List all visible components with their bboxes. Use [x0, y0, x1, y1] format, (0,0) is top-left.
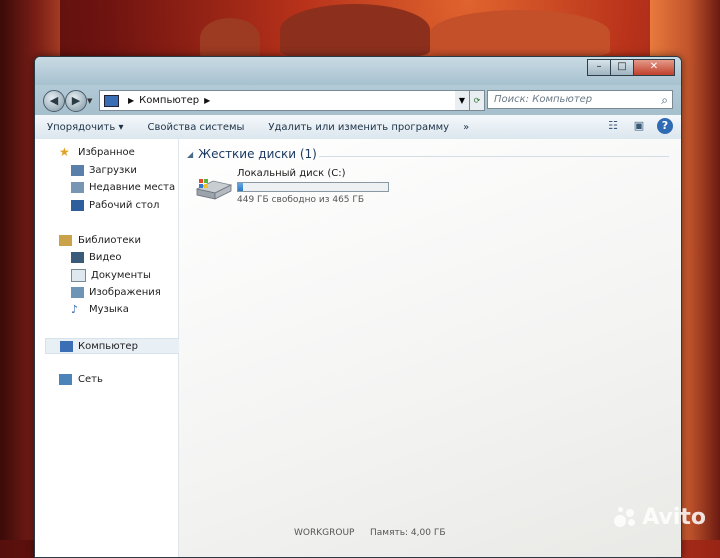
- window-controls: – □ ✕: [587, 59, 675, 76]
- memory-info: Память: 4,00 ГБ: [370, 528, 446, 538]
- nav-favorites[interactable]: ★ Избранное: [59, 145, 135, 159]
- video-icon: [71, 252, 84, 263]
- wallpaper-rock: [280, 4, 430, 56]
- group-title-label: Жесткие диски (1): [198, 147, 317, 161]
- star-icon: ★: [59, 145, 70, 159]
- change-view-icon[interactable]: ☷: [605, 118, 621, 134]
- command-bar: Упорядочить ▾ Свойства системы Удалить и…: [35, 115, 681, 140]
- system-properties-button[interactable]: Свойства системы: [135, 122, 256, 133]
- maximize-button[interactable]: □: [610, 59, 634, 76]
- history-dropdown-icon[interactable]: ▼: [87, 97, 92, 105]
- drive-free-space: 449 ГБ свободно из 465 ГБ: [237, 195, 365, 205]
- nav-desktop-label: Рабочий стол: [89, 200, 160, 211]
- nav-computer[interactable]: Компьютер: [45, 338, 191, 354]
- nav-downloads[interactable]: Загрузки: [71, 165, 137, 176]
- images-icon: [71, 287, 84, 298]
- nav-music[interactable]: ♪ Музыка: [71, 304, 129, 315]
- nav-favorites-label: Избранное: [78, 147, 135, 158]
- wallpaper-rock: [430, 10, 610, 56]
- computer-icon: [60, 340, 73, 352]
- forward-button[interactable]: ▶: [65, 90, 87, 112]
- avito-logo-text: Avito: [642, 505, 706, 530]
- nav-documents[interactable]: Документы: [71, 269, 151, 282]
- computer-icon: [104, 94, 119, 107]
- nav-video-label: Видео: [89, 252, 122, 263]
- nav-recent-label: Недавние места: [89, 182, 176, 193]
- nav-computer-label: Компьютер: [78, 340, 138, 352]
- avito-watermark: Avito: [614, 505, 706, 530]
- nav-downloads-label: Загрузки: [89, 165, 137, 176]
- breadcrumb-arrow-icon[interactable]: ▶: [128, 96, 134, 105]
- nav-libraries[interactable]: Библиотеки: [59, 235, 141, 246]
- close-button[interactable]: ✕: [633, 59, 675, 76]
- address-row: ◀ ▶ ▼ ▶ Компьютер ▶ ▼ ⟳ Поиск: Компьютер…: [35, 85, 681, 115]
- view-controls: ☷ ▣ ?: [605, 118, 673, 134]
- music-icon: ♪: [71, 303, 79, 316]
- drive-name[interactable]: Локальный диск (C:): [237, 168, 346, 179]
- nav-recent-places[interactable]: Недавние места: [71, 182, 175, 193]
- content-pane: ◢ Жесткие диски (1) Локальный диск (C:) …: [179, 139, 681, 557]
- search-placeholder: Поиск: Компьютер: [494, 94, 593, 105]
- workgroup-value: WORKGROUP: [294, 528, 355, 538]
- address-dropdown-icon[interactable]: ▼: [455, 90, 470, 111]
- documents-icon: [71, 269, 86, 282]
- explorer-window: – □ ✕ ◀ ▶ ▼ ▶ Компьютер ▶ ▼ ⟳ Поиск: Ком…: [34, 56, 682, 558]
- nav-images-label: Изображения: [89, 287, 161, 298]
- desktop-icon: [71, 200, 84, 211]
- libraries-icon: [59, 235, 72, 246]
- nav-documents-label: Документы: [91, 270, 151, 281]
- uninstall-program-button[interactable]: Удалить или изменить программу: [256, 122, 461, 133]
- nav-network-label: Сеть: [78, 374, 103, 385]
- hard-drives-group-header[interactable]: ◢ Жесткие диски (1): [187, 147, 317, 161]
- search-icon[interactable]: ⌕: [661, 93, 668, 108]
- nav-video[interactable]: Видео: [71, 252, 122, 263]
- address-bar[interactable]: ▶ Компьютер ▶: [99, 90, 457, 111]
- minimize-button[interactable]: –: [587, 59, 611, 76]
- address-buttons: ▼ ⟳: [455, 90, 485, 111]
- breadcrumb-computer[interactable]: Компьютер: [139, 95, 199, 106]
- organize-button[interactable]: Упорядочить ▾: [35, 122, 135, 133]
- nav-desktop[interactable]: Рабочий стол: [71, 200, 159, 211]
- refresh-icon[interactable]: ⟳: [470, 90, 485, 111]
- hard-drive-icon[interactable]: [193, 175, 233, 203]
- title-bar[interactable]: – □ ✕: [35, 57, 681, 85]
- nav-music-label: Музыка: [89, 304, 129, 315]
- preview-pane-icon[interactable]: ▣: [631, 118, 647, 134]
- help-icon[interactable]: ?: [657, 118, 673, 134]
- collapse-triangle-icon[interactable]: ◢: [187, 150, 193, 159]
- drive-usage-fill: [238, 183, 244, 191]
- nav-libraries-label: Библиотеки: [78, 235, 142, 246]
- recent-places-icon: [71, 182, 84, 193]
- nav-images[interactable]: Изображения: [71, 287, 161, 298]
- wallpaper-rock: [200, 18, 260, 58]
- group-divider: [319, 156, 669, 157]
- downloads-icon: [71, 165, 84, 176]
- avito-logo-icon: [614, 506, 638, 529]
- network-icon: [59, 374, 72, 385]
- drive-usage-bar: [237, 182, 389, 192]
- back-button[interactable]: ◀: [43, 90, 65, 112]
- nav-network[interactable]: Сеть: [59, 374, 103, 385]
- navigation-pane: ★ Избранное Загрузки Недавние места Рабо…: [35, 139, 191, 557]
- more-commands-button[interactable]: »: [461, 122, 471, 133]
- breadcrumb-arrow-icon[interactable]: ▶: [204, 96, 210, 105]
- search-input[interactable]: Поиск: Компьютер ⌕: [487, 90, 673, 109]
